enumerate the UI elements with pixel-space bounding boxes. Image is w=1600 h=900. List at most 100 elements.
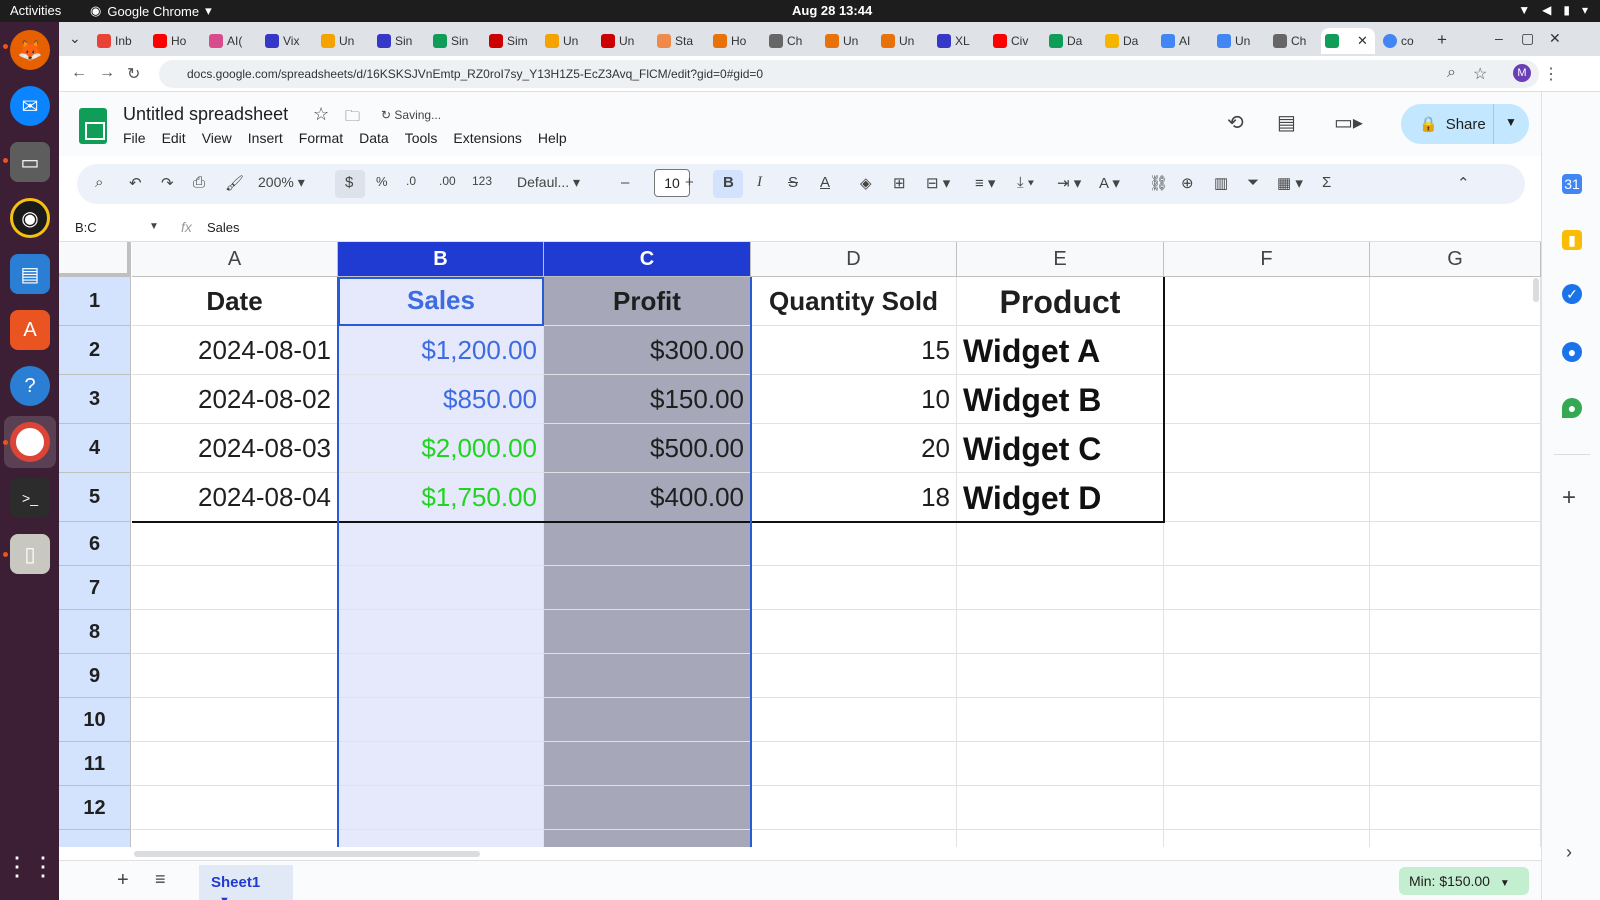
browser-tab[interactable]: Da <box>1101 28 1149 54</box>
cell[interactable] <box>544 654 751 698</box>
text-color-button[interactable]: A <box>820 174 830 191</box>
cell[interactable] <box>132 830 338 847</box>
profit-cell[interactable]: $400.00 <box>544 473 751 522</box>
cell[interactable] <box>338 830 544 847</box>
profit-cell[interactable]: $300.00 <box>544 326 751 375</box>
cell[interactable] <box>1370 326 1541 375</box>
quantity-cell[interactable]: 20 <box>751 424 957 473</box>
cell[interactable] <box>1164 424 1370 473</box>
browser-tab[interactable]: XL <box>933 28 981 54</box>
strikethrough-button[interactable]: S <box>788 174 798 191</box>
maximize-icon[interactable]: ▢ <box>1521 30 1534 47</box>
cell[interactable] <box>338 698 544 742</box>
firefox-icon[interactable]: 🦊 <box>10 30 50 70</box>
row-header[interactable]: 3 <box>59 375 131 424</box>
cell[interactable] <box>1370 654 1541 698</box>
browser-tab[interactable]: Da <box>1045 28 1093 54</box>
cell[interactable] <box>957 698 1164 742</box>
formula-input[interactable]: Sales <box>207 220 240 235</box>
undo-icon[interactable]: ↶ <box>129 174 142 192</box>
horizontal-scrollbar[interactable] <box>134 849 1514 859</box>
cell[interactable] <box>338 610 544 654</box>
product-cell[interactable]: Widget D <box>957 473 1164 522</box>
keep-icon[interactable]: ▮ <box>1562 230 1582 250</box>
profit-cell[interactable]: $500.00 <box>544 424 751 473</box>
header-cell-profit[interactable]: Profit <box>544 277 751 326</box>
cell[interactable] <box>751 830 957 847</box>
cell[interactable] <box>751 566 957 610</box>
sheet-tab[interactable]: Sheet1 ▼ <box>199 865 293 900</box>
cell[interactable] <box>338 654 544 698</box>
chevron-down-icon[interactable]: ▼ <box>149 221 159 232</box>
column-header-f[interactable]: F <box>1164 242 1370 277</box>
cell[interactable] <box>338 786 544 830</box>
clock[interactable]: Aug 28 13:44 <box>792 3 872 18</box>
browser-tab[interactable]: Sim <box>485 28 533 54</box>
menu-edit[interactable]: Edit <box>162 130 186 146</box>
selection-stat[interactable]: Min: $150.00 ▼ <box>1399 867 1529 895</box>
print-icon[interactable]: ⎙ <box>193 174 205 191</box>
add-sheet-icon[interactable]: + <box>117 869 129 892</box>
quantity-cell[interactable]: 18 <box>751 473 957 522</box>
browser-tab[interactable]: Ho <box>709 28 757 54</box>
browser-tab[interactable]: Ch <box>765 28 813 54</box>
browser-tab[interactable]: AI <box>1157 28 1205 54</box>
chrome-dock-icon[interactable] <box>10 422 50 462</box>
quantity-cell[interactable]: 10 <box>751 375 957 424</box>
back-icon[interactable]: ← <box>71 64 87 82</box>
star-icon[interactable]: ☆ <box>313 104 329 125</box>
decrease-decimal-button[interactable]: .0 <box>406 174 416 188</box>
vertical-align-icon[interactable]: ⤓ ▾ <box>1017 174 1034 191</box>
cell[interactable] <box>338 742 544 786</box>
tasks-icon[interactable]: ✓ <box>1562 284 1582 304</box>
cell[interactable] <box>1164 610 1370 654</box>
row-header[interactable] <box>59 830 131 847</box>
row-header[interactable]: 10 <box>59 698 131 742</box>
menu-data[interactable]: Data <box>359 130 389 146</box>
sales-cell[interactable]: $1,750.00 <box>338 473 544 522</box>
row-header[interactable]: 8 <box>59 610 131 654</box>
functions-icon[interactable]: Σ <box>1322 174 1331 191</box>
cell[interactable] <box>1370 473 1541 522</box>
cell[interactable] <box>751 522 957 566</box>
cell[interactable] <box>957 654 1164 698</box>
chevron-down-icon[interactable]: ▼ <box>219 895 230 900</box>
cell[interactable] <box>544 566 751 610</box>
cell[interactable] <box>1164 654 1370 698</box>
app-menu[interactable]: ◉ Google Chrome ▾ <box>90 3 212 19</box>
table-view-icon[interactable]: ▦ ▾ <box>1277 174 1303 192</box>
horizontal-align-icon[interactable]: ≡ ▾ <box>975 174 995 192</box>
cell[interactable] <box>1164 830 1370 847</box>
profile-avatar[interactable]: M <box>1513 64 1531 82</box>
cell[interactable] <box>751 654 957 698</box>
vertical-scroll-thumb[interactable] <box>1533 278 1539 302</box>
product-cell[interactable]: Widget A <box>957 326 1164 375</box>
search-icon[interactable]: ⌕ <box>95 174 103 191</box>
chevron-right-icon[interactable]: › <box>1566 842 1572 863</box>
cell[interactable] <box>957 610 1164 654</box>
cell[interactable] <box>1164 566 1370 610</box>
cell[interactable] <box>132 742 338 786</box>
cell[interactable] <box>338 566 544 610</box>
browser-tab[interactable]: Sin <box>429 28 477 54</box>
increase-decimal-button[interactable]: .00 <box>439 174 456 188</box>
column-header-g[interactable]: G <box>1370 242 1541 277</box>
date-cell[interactable]: 2024-08-02 <box>132 375 338 424</box>
document-title[interactable]: Untitled spreadsheet <box>123 104 288 125</box>
insert-comment-icon[interactable]: ⊕ <box>1181 174 1194 192</box>
reload-icon[interactable]: ↻ <box>127 64 140 84</box>
column-header-b[interactable]: B <box>338 242 544 277</box>
move-folder-icon[interactable]: 🗀 <box>345 106 360 131</box>
browser-tab-active[interactable]: ✕ <box>1321 28 1375 54</box>
insert-chart-icon[interactable]: ▥ <box>1214 174 1228 192</box>
header-cell-product[interactable]: Product <box>957 277 1164 326</box>
help-icon[interactable]: ? <box>10 366 50 406</box>
menu-tools[interactable]: Tools <box>405 130 438 146</box>
row-header[interactable]: 1 <box>59 277 131 326</box>
cell[interactable] <box>1370 375 1541 424</box>
cell[interactable] <box>957 742 1164 786</box>
cell[interactable] <box>1370 698 1541 742</box>
cell[interactable] <box>751 698 957 742</box>
cell[interactable] <box>751 786 957 830</box>
cell[interactable] <box>132 698 338 742</box>
